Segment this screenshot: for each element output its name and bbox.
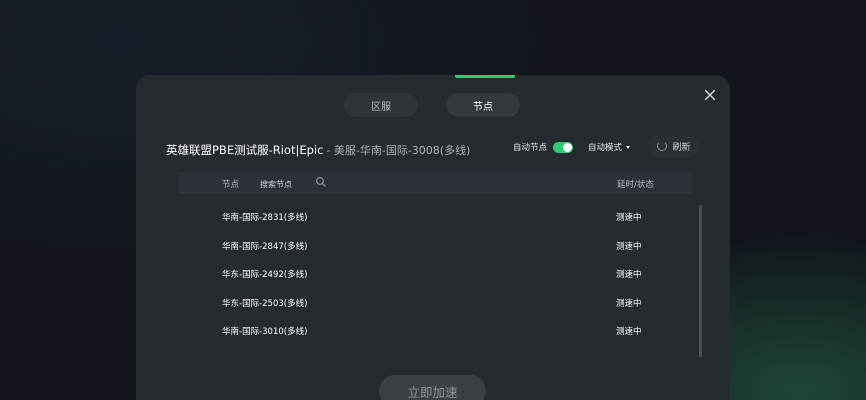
header-node: 节点 xyxy=(222,180,240,190)
node-list-header: 节点 延时/状态 xyxy=(178,172,692,194)
node-status: 测速中 xyxy=(616,270,642,280)
auto-mode-label: 自动模式 xyxy=(588,143,623,153)
node-status: 测速中 xyxy=(616,327,642,337)
refresh-label: 刷新 xyxy=(672,142,691,153)
node-list: 华南-国际-2831(多线) 测速中 华南-国际-2847(多线) 测速中 华东… xyxy=(178,203,692,346)
close-icon xyxy=(704,89,716,101)
header-delay-status: 延时/状态 xyxy=(617,180,654,190)
top-accent-bar xyxy=(455,75,515,78)
node-status: 测速中 xyxy=(616,213,642,223)
game-title: 英雄联盟PBE测试服-Riot|Epic xyxy=(166,143,324,157)
loading-spinner-icon xyxy=(657,141,668,151)
tab-node[interactable]: 节点 xyxy=(446,93,520,117)
toggle-knob xyxy=(563,142,573,152)
list-item[interactable]: 华东-国际-2503(多线) 测速中 xyxy=(178,289,692,318)
search-icon[interactable] xyxy=(315,176,327,188)
list-item[interactable]: 华南-国际-3010(多线) 测速中 xyxy=(178,317,692,346)
tab-region[interactable]: 区服 xyxy=(344,93,418,117)
node-name: 华东-国际-2503(多线) xyxy=(222,298,308,309)
node-name: 华南-国际-2831(多线) xyxy=(222,213,308,223)
server-subtitle: - 美服-华南-国际-3008(多线) xyxy=(326,144,471,157)
node-status: 测速中 xyxy=(616,241,642,252)
list-item[interactable]: 华南-国际-2847(多线) 测速中 xyxy=(178,232,692,261)
auto-node-label: 自动节点 xyxy=(513,143,548,153)
list-item[interactable]: 华南-国际-2831(多线) 测速中 xyxy=(178,203,692,232)
list-scrollbar[interactable] xyxy=(699,205,702,357)
node-name: 华南-国际-3010(多线) xyxy=(222,327,308,337)
node-status: 测速中 xyxy=(616,298,642,309)
caret-down-icon xyxy=(626,145,631,149)
auto-node-control: 自动节点 xyxy=(513,141,574,153)
accelerate-button[interactable]: 立即加速 xyxy=(379,375,486,400)
node-select-dialog: 区服 节点 英雄联盟PBE测试服-Riot|Epic - 美服-华南-国际-30… xyxy=(136,75,730,400)
refresh-button[interactable]: 刷新 xyxy=(648,135,700,157)
node-name: 华东-国际-2492(多线) xyxy=(222,270,308,280)
auto-mode-dropdown[interactable]: 自动模式 xyxy=(588,141,631,153)
list-item[interactable]: 华东-国际-2492(多线) 测速中 xyxy=(178,260,692,289)
close-button[interactable] xyxy=(702,87,718,103)
auto-node-toggle[interactable] xyxy=(553,141,574,153)
node-name: 华南-国际-2847(多线) xyxy=(222,241,308,252)
tab-bar: 区服 节点 xyxy=(344,93,520,117)
